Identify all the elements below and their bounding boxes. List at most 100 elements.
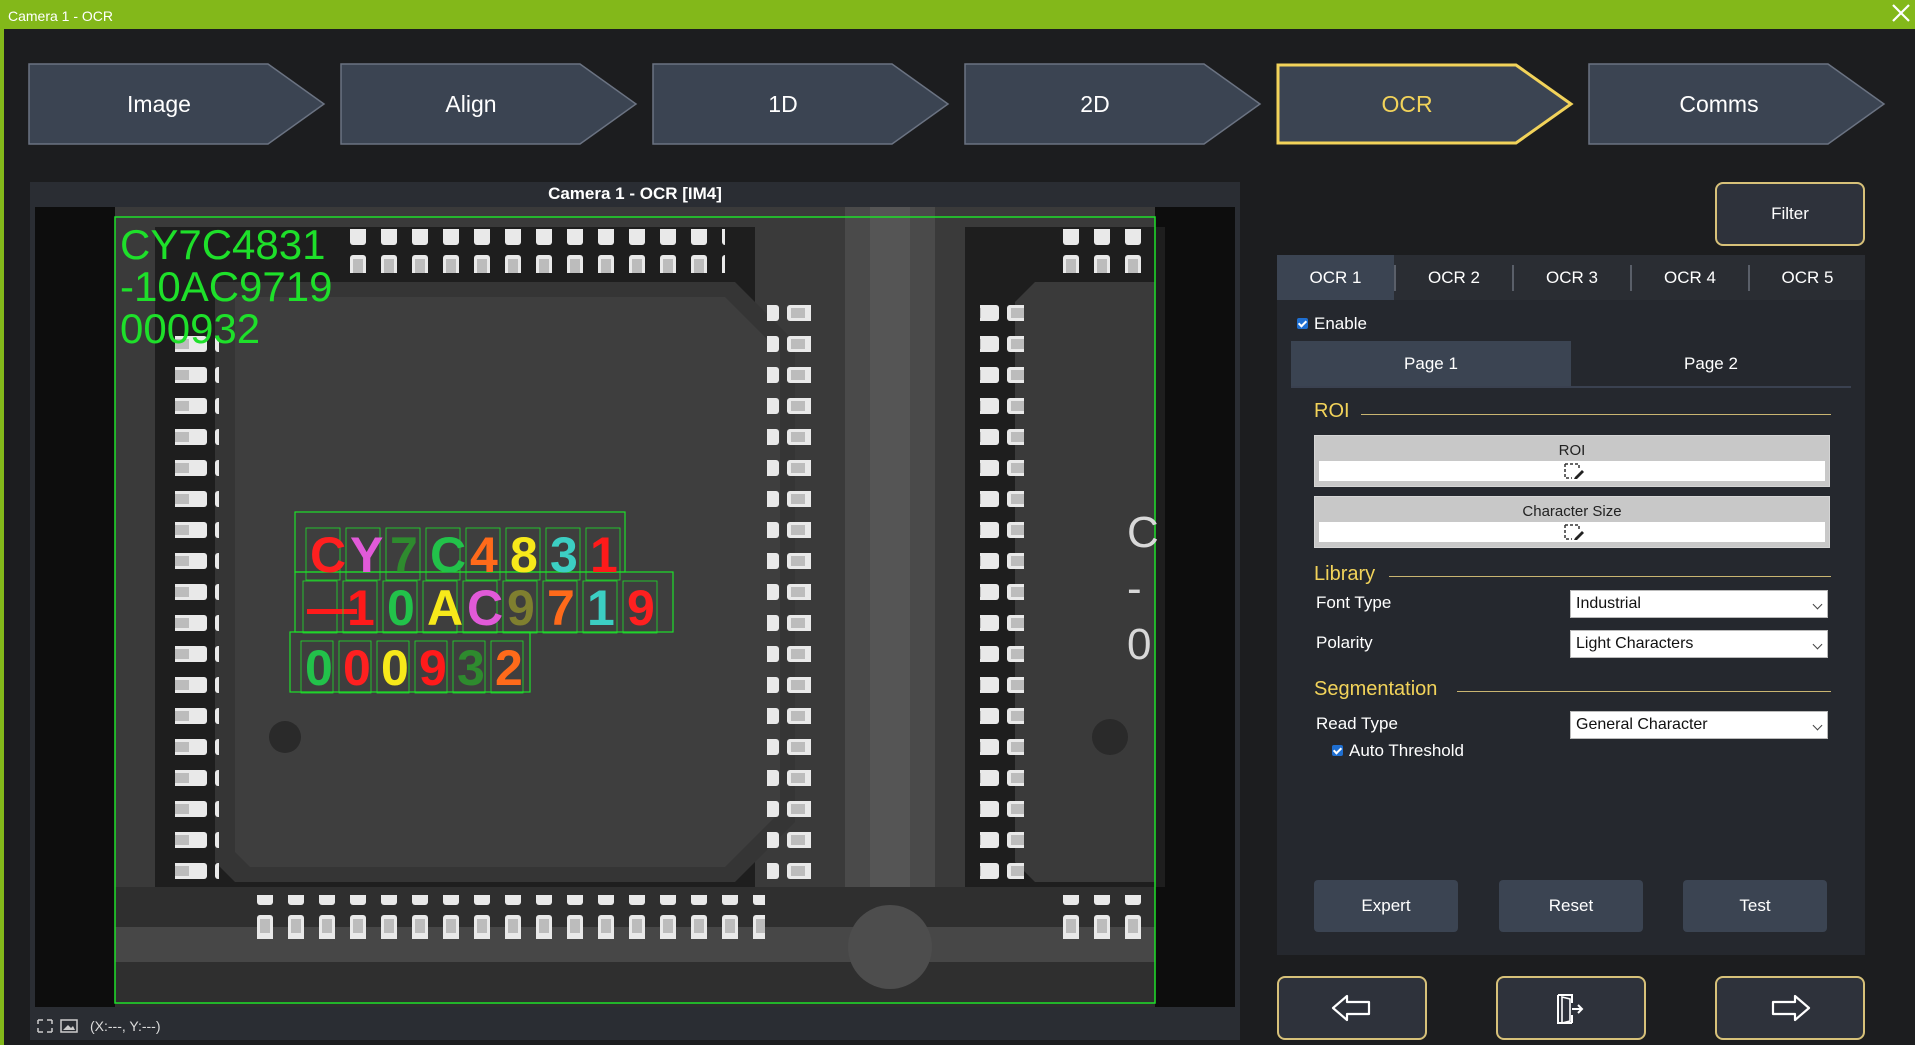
step-label: Align	[445, 91, 497, 117]
camera-image[interactable]: CY7C4831 —1 0 A C 9 7 1 9 000932 CY7C4831 -10AC…	[35, 207, 1235, 1007]
chevron-down-icon	[1812, 720, 1823, 731]
ocr-char: 9	[419, 640, 447, 696]
section-roi-heading: ROI	[1314, 400, 1350, 422]
ocr-char: 2	[495, 640, 523, 696]
step-ocr[interactable]: OCR	[1276, 63, 1574, 145]
edit-region-icon[interactable]	[1563, 523, 1585, 541]
viewer-status-bar: (X:---, Y:---)	[30, 1014, 1240, 1038]
chevron-down-icon	[1812, 599, 1823, 610]
ocr-char: 7	[547, 580, 575, 636]
checkbox-icon	[1297, 318, 1308, 330]
next-button[interactable]	[1715, 976, 1865, 1040]
step-1d[interactable]: 1D	[652, 63, 950, 145]
exit-button[interactable]	[1496, 976, 1646, 1040]
ocr-char: 0	[381, 640, 409, 696]
tab-ocr-3[interactable]: OCR 3	[1514, 255, 1630, 300]
section-library-heading: Library	[1314, 563, 1376, 585]
ocr-char: C	[310, 527, 346, 583]
enable-label: Enable	[1314, 313, 1367, 333]
step-2d[interactable]: 2D	[964, 63, 1262, 145]
tab-ocr-1[interactable]: OCR 1	[1277, 255, 1394, 300]
step-label: Comms	[1679, 91, 1759, 117]
step-label: 2D	[1080, 91, 1110, 117]
ocr-char: 9	[507, 580, 535, 636]
ocr-char: 9	[627, 580, 655, 636]
expert-button[interactable]: Expert	[1314, 880, 1458, 932]
ocr-result-line-2: —1 0 A C 9 7 1 9	[302, 580, 658, 636]
ocr-char: 0	[387, 580, 415, 636]
close-icon[interactable]	[1889, 2, 1913, 26]
roi-label: ROI	[1558, 442, 1586, 459]
ocr-char: 3	[550, 527, 578, 583]
ocr-char: C	[467, 580, 503, 636]
side-char-1: C	[1127, 508, 1159, 557]
section-divider	[1457, 691, 1831, 692]
image-icon[interactable]	[60, 1018, 78, 1034]
ocr-char: 1	[590, 527, 618, 583]
image-viewer: Camera 1 - OCR [IM4] C Y 7 C 4 8 3 1 — 1…	[30, 182, 1240, 1040]
ocr-tabs: OCR 1 OCR 2 OCR 3 OCR 4 OCR 5	[1277, 255, 1865, 300]
step-comms[interactable]: Comms	[1588, 63, 1886, 145]
filter-button[interactable]: Filter	[1715, 182, 1865, 246]
overlay-line-1: CY7C4831	[120, 221, 325, 268]
fit-view-icon[interactable]	[36, 1018, 54, 1034]
ocr-char: A	[427, 580, 463, 636]
viewer-title: Camera 1 - OCR [IM4]	[548, 184, 722, 203]
ocr-char: 7	[390, 527, 418, 583]
auto-threshold-checkbox[interactable]: Auto Threshold	[1332, 740, 1464, 761]
checkbox-icon	[1332, 745, 1343, 757]
side-char-2: -	[1127, 564, 1142, 613]
ocr-char: Y	[350, 527, 383, 583]
ocr-char: 0	[343, 640, 371, 696]
ocr-char: 4	[470, 527, 498, 583]
character-size-label: Character Size	[1522, 503, 1622, 520]
window-title: Camera 1 - OCR	[8, 8, 114, 24]
ocr-char: 3	[457, 640, 485, 696]
read-type-select[interactable]: General Character	[1570, 711, 1828, 739]
ocr-result-line-1: CY7C4831	[305, 527, 621, 583]
read-type-label: Read Type	[1316, 714, 1398, 733]
read-type-value: General Character	[1576, 716, 1708, 733]
polarity-select[interactable]: Light Characters	[1570, 630, 1828, 658]
step-label: 1D	[768, 91, 798, 117]
section-segmentation-heading: Segmentation	[1314, 678, 1438, 700]
camera-image-canvas: CY7C4831 —1 0 A C 9 7 1 9 000932 CY7C4831 -10AC…	[35, 207, 1235, 1007]
tab-ocr-4[interactable]: OCR 4	[1632, 255, 1748, 300]
polarity-label: Polarity	[1316, 633, 1373, 652]
font-type-label: Font Type	[1316, 593, 1392, 612]
step-image[interactable]: Image	[28, 63, 326, 145]
arrow-right-icon	[1771, 994, 1811, 1022]
title-bar: Camera 1 - OCR	[0, 0, 1915, 29]
chevron-down-icon	[1812, 639, 1823, 650]
reset-button[interactable]: Reset	[1499, 880, 1643, 932]
font-type-select[interactable]: Industrial	[1570, 590, 1828, 618]
ocr-settings-panel: Enable Page 1 Page 2 ROI ROI Character S…	[1277, 300, 1865, 955]
cursor-coordinates: (X:---, Y:---)	[90, 1018, 161, 1034]
exit-door-icon	[1557, 994, 1584, 1025]
enable-checkbox[interactable]: Enable	[1297, 313, 1367, 334]
step-label: Image	[127, 91, 191, 117]
tab-page-2[interactable]: Page 2	[1571, 341, 1851, 386]
ocr-char: C	[430, 527, 466, 583]
back-button[interactable]	[1277, 976, 1427, 1040]
tab-ocr-5[interactable]: OCR 5	[1750, 255, 1865, 300]
tab-ocr-2[interactable]: OCR 2	[1396, 255, 1512, 300]
font-type-value: Industrial	[1576, 595, 1641, 612]
roi-editor[interactable]: ROI	[1314, 435, 1830, 487]
arrow-left-icon	[1331, 994, 1371, 1022]
tab-page-1[interactable]: Page 1	[1291, 341, 1571, 386]
section-divider	[1389, 576, 1831, 577]
ocr-char: 0	[305, 640, 333, 696]
roi-field	[1319, 461, 1825, 481]
edit-region-icon[interactable]	[1563, 462, 1585, 480]
character-size-editor[interactable]: Character Size	[1314, 496, 1830, 548]
side-char-3: 0	[1127, 620, 1151, 669]
overlay-line-3: 000932	[120, 305, 260, 352]
step-align[interactable]: Align	[340, 63, 638, 145]
character-size-field	[1319, 522, 1825, 542]
step-label: OCR	[1381, 91, 1433, 117]
test-button[interactable]: Test	[1683, 880, 1827, 932]
section-divider	[1361, 414, 1831, 415]
auto-threshold-label: Auto Threshold	[1349, 740, 1464, 760]
ocr-char: 8	[510, 527, 538, 583]
